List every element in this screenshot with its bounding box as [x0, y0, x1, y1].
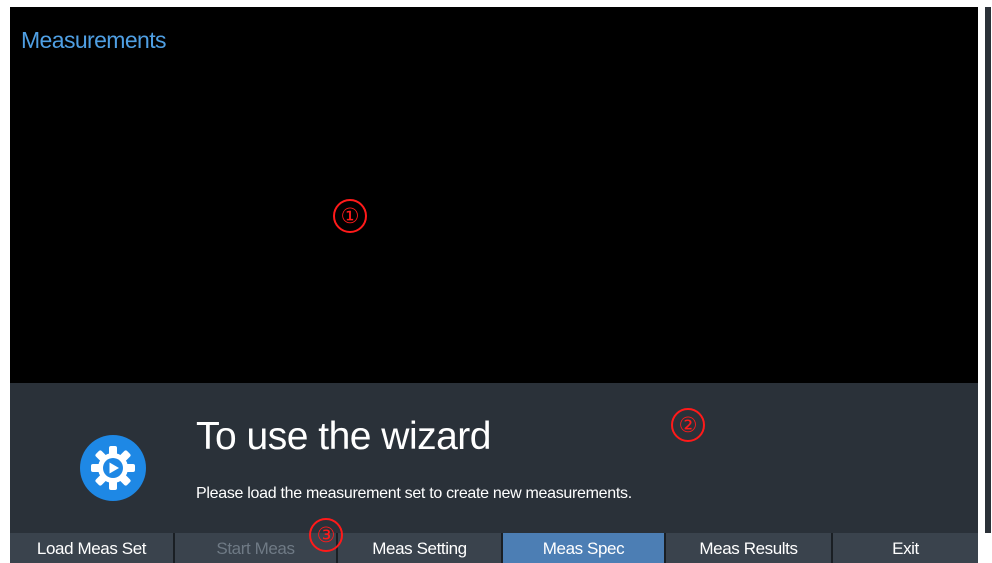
- scrollbar[interactable]: [985, 7, 991, 533]
- play-gear-icon: [80, 435, 146, 501]
- wizard-panel: To use the wizard Please load the measur…: [10, 383, 978, 533]
- page-title: Measurements: [21, 27, 167, 53]
- wizard-title: To use the wizard: [196, 415, 492, 458]
- meas-results-button[interactable]: Meas Results: [666, 533, 831, 563]
- exit-button[interactable]: Exit: [833, 533, 978, 563]
- softkey-bar: Load Meas Set Start Meas Meas Setting Me…: [10, 533, 978, 563]
- meas-setting-button[interactable]: Meas Setting: [338, 533, 501, 563]
- measurements-screen: Measurements ① To use the wizard Please …: [10, 7, 978, 563]
- callout-marker-1: ①: [333, 199, 367, 233]
- wizard-message: Please load the measurement set to creat…: [196, 485, 632, 502]
- meas-spec-button[interactable]: Meas Spec: [503, 533, 664, 563]
- callout-marker-2: ②: [671, 408, 705, 442]
- callout-marker-3: ③: [309, 518, 343, 552]
- load-meas-set-button[interactable]: Load Meas Set: [10, 533, 173, 563]
